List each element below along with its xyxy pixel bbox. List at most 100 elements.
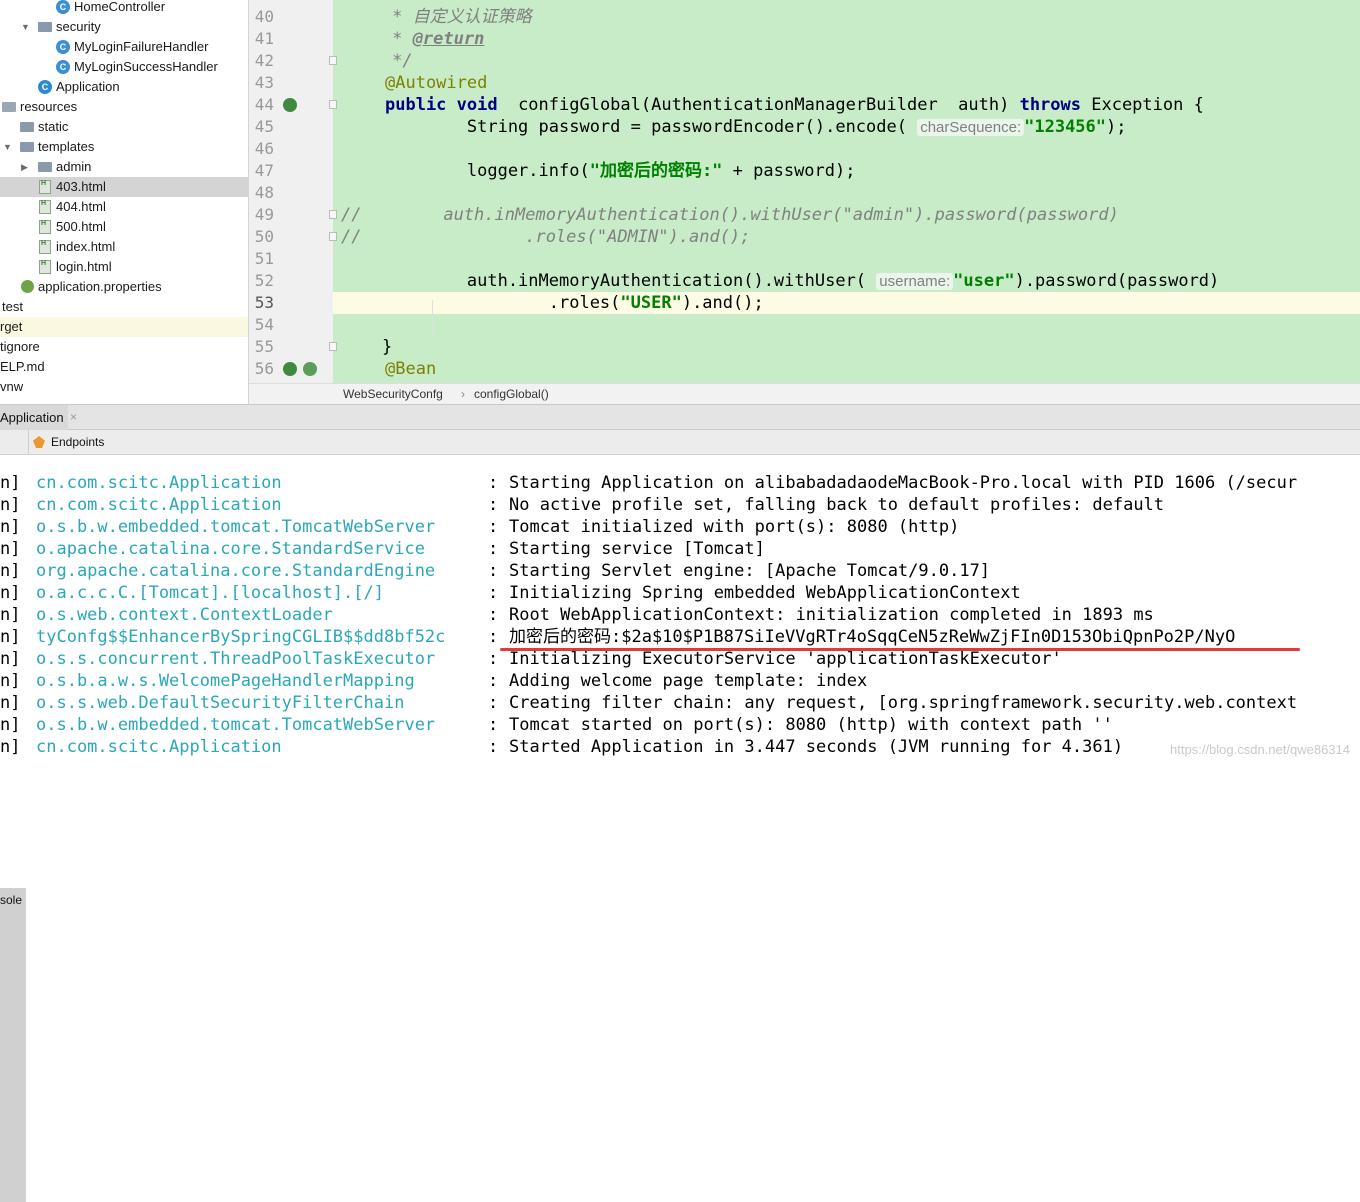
tree-item-security[interactable]: ▼ security	[0, 17, 248, 37]
line-number: 55	[254, 337, 274, 356]
breadcrumb-method[interactable]: configGlobal()	[474, 384, 549, 405]
console-output[interactable]: n] cn.com.scitc.Application: Starting Appl…	[0, 458, 1360, 772]
tree-item-homecontroller[interactable]: C HomeController	[0, 0, 248, 17]
class-icon: C	[56, 60, 70, 74]
log-thread: n]	[0, 671, 21, 691]
log-line: n] o.s.s.concurrent.ThreadPoolTaskExecuto…	[0, 648, 1360, 670]
log-logger[interactable]: cn.com.scitc.Application	[36, 736, 282, 758]
code-editor[interactable]: 40 41 42 43 44 45 46 47 48 49 50 51 52 5…	[249, 0, 1360, 383]
tree-item-help-md[interactable]: ELP.md	[0, 357, 248, 377]
close-icon[interactable]: ×	[70, 405, 77, 430]
tree-item-gitignore[interactable]: tignore	[0, 337, 248, 357]
properties-file-icon	[21, 280, 34, 293]
tree-item-application-properties[interactable]: application.properties	[0, 277, 248, 297]
tree-item-static[interactable]: static	[0, 117, 248, 137]
log-line: n] o.a.c.c.C.[Tomcat].[localhost].[/]: Ini…	[0, 582, 1360, 604]
code-text: );	[1106, 117, 1127, 137]
folder-icon	[38, 22, 52, 32]
html-file-icon	[39, 174, 51, 194]
log-logger[interactable]: o.s.b.w.embedded.tomcat.TomcatWebServer	[36, 516, 435, 538]
parameter-hint: charSequence:	[917, 119, 1025, 136]
code-line-55: }	[341, 337, 393, 357]
log-separator: :	[488, 715, 499, 735]
log-thread: n]	[0, 737, 21, 757]
fold-marker-icon[interactable]	[329, 210, 337, 219]
log-line: n] o.s.s.web.DefaultSecurityFilterChain: C…	[0, 692, 1360, 714]
tab-endpoints[interactable]: Endpoints	[28, 430, 105, 454]
tree-item-admin[interactable]: ▶ admin	[0, 157, 248, 177]
line-number-current: 53	[254, 293, 274, 312]
log-logger[interactable]: o.a.c.c.C.[Tomcat].[localhost].[/]	[36, 582, 384, 604]
tree-item-myloginfailurehandler[interactable]: C MyLoginFailureHandler	[0, 37, 248, 57]
chevron-right-icon[interactable]: ▶	[21, 157, 28, 177]
chevron-down-icon[interactable]: ▼	[3, 137, 12, 157]
log-message: Tomcat started on port(s): 8080 (http) w…	[509, 715, 1113, 735]
tree-item-mvnw[interactable]: vnw	[0, 377, 248, 397]
tree-item-login-html[interactable]: login.html	[0, 254, 248, 277]
bean-gutter-icon[interactable]	[283, 98, 297, 112]
tree-item-myloginsuccesshandler[interactable]: C MyLoginSuccessHandler	[0, 57, 248, 77]
fold-marker-icon[interactable]	[329, 342, 337, 351]
implement-gutter-icon[interactable]	[303, 362, 317, 376]
tab-endpoints-label: Endpoints	[51, 435, 105, 449]
run-subtabs: sole Endpoints	[0, 430, 1360, 1202]
code-text: auth.inMemoryAuthentication().withUser(	[385, 271, 877, 291]
bean-gutter-icon[interactable]	[283, 362, 297, 376]
log-logger[interactable]: o.s.b.a.w.s.WelcomePageHandlerMapping	[36, 670, 415, 692]
log-logger[interactable]: o.apache.catalina.core.StandardService	[36, 538, 425, 560]
tree-item-index-html[interactable]: index.html	[0, 234, 248, 257]
tab-console[interactable]: sole	[0, 888, 26, 1202]
tree-item-test[interactable]: test	[0, 297, 248, 317]
code-text: configGlobal(AuthenticationManagerBuilde…	[497, 95, 1020, 115]
fold-marker-icon[interactable]	[329, 100, 337, 109]
code-line-50: // .roles("ADMIN").and();	[341, 227, 751, 247]
fold-marker-icon[interactable]	[329, 56, 337, 65]
project-tree: C HomeController ▼ security C MyLoginFai…	[0, 0, 249, 404]
log-thread: n]	[0, 605, 21, 625]
log-line: n] o.apache.catalina.core.StandardService…	[0, 538, 1360, 560]
line-number: 54	[254, 315, 274, 334]
log-separator: :	[488, 649, 499, 669]
fold-marker-icon[interactable]	[329, 232, 337, 241]
log-thread: n]	[0, 539, 21, 559]
tree-item-target[interactable]: rget	[0, 317, 248, 337]
breadcrumb-class[interactable]: WebSecurityConfg	[343, 384, 443, 405]
log-separator: :	[488, 583, 499, 603]
log-logger[interactable]: o.s.s.web.DefaultSecurityFilterChain	[36, 692, 404, 714]
chevron-down-icon[interactable]: ▼	[21, 17, 30, 37]
log-logger[interactable]: o.s.web.context.ContextLoader	[36, 604, 333, 626]
log-separator: :	[488, 561, 499, 581]
tree-item-500-html[interactable]: 500.html	[0, 214, 248, 237]
javadoc-tag: @return	[412, 29, 485, 49]
tree-item-application[interactable]: C Application	[0, 77, 248, 97]
code-line-49: // auth.inMemoryAuthentication().withUse…	[341, 205, 1119, 225]
class-icon: C	[56, 0, 70, 14]
keyword: public void	[385, 95, 498, 115]
log-logger[interactable]: cn.com.scitc.Application	[36, 494, 282, 516]
log-logger[interactable]: org.apache.catalina.core.StandardEngine	[36, 560, 435, 582]
code-text: ).password(password)	[1014, 271, 1220, 291]
log-thread: n]	[0, 495, 21, 515]
line-number: 50	[254, 227, 274, 246]
tree-item-404-html[interactable]: 404.html	[0, 194, 248, 217]
log-line: n] o.s.b.a.w.s.WelcomePageHandlerMapping:…	[0, 670, 1360, 692]
log-line: n] org.apache.catalina.core.StandardEngin…	[0, 560, 1360, 582]
log-logger[interactable]: o.s.s.concurrent.ThreadPoolTaskExecutor	[36, 648, 435, 670]
red-underline-annotation	[500, 648, 1300, 651]
log-logger[interactable]: tyConfg$$EnhancerBySpringCGLIB$$dd8bf52c	[36, 626, 445, 648]
class-icon: C	[56, 40, 70, 54]
tree-item-resources[interactable]: resources	[0, 97, 248, 117]
log-logger[interactable]: cn.com.scitc.Application	[36, 472, 282, 494]
line-number: 41	[254, 29, 274, 48]
code-line-41: * @return	[341, 28, 484, 50]
log-separator: :	[488, 473, 499, 493]
run-tool-window-bar: Application ×	[0, 404, 1360, 430]
tree-item-403-html[interactable]: 403.html	[0, 174, 248, 197]
tree-item-templates[interactable]: ▼ templates	[0, 137, 248, 157]
line-number: 56	[254, 359, 274, 378]
line-number: 46	[254, 139, 274, 158]
code-text: ).and();	[681, 293, 764, 313]
run-tab-application[interactable]: Application ×	[0, 405, 77, 430]
code-line-47: logger.info("加密后的密码:" + password);	[385, 160, 856, 182]
log-logger[interactable]: o.s.b.w.embedded.tomcat.TomcatWebServer	[36, 714, 435, 736]
